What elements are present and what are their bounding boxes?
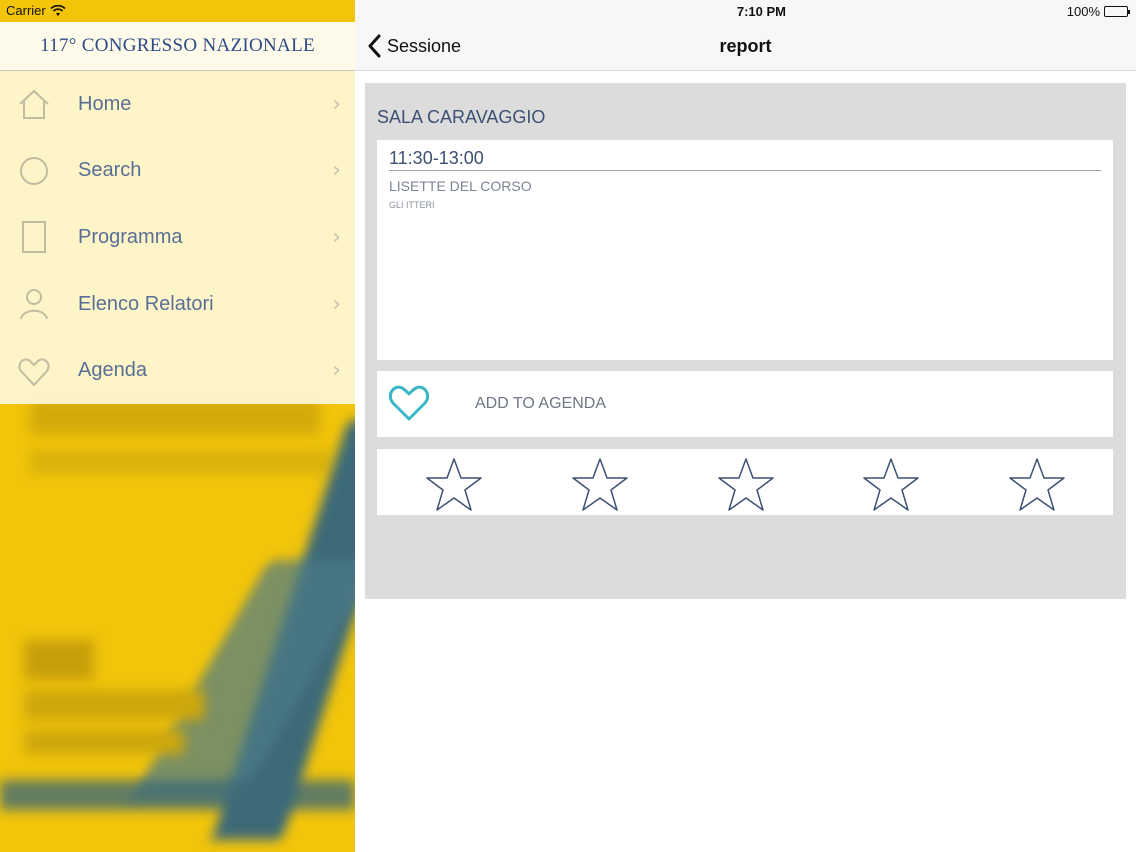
chevron-right-icon: ›: [332, 291, 341, 317]
sidebar-item-label: Programma: [78, 225, 183, 248]
status-carrier: Carrier: [6, 3, 66, 18]
add-to-agenda-button[interactable]: ADD TO AGENDA: [377, 371, 1113, 437]
sidebar-item-label: Home: [78, 92, 132, 115]
star-icon[interactable]: [1008, 456, 1066, 514]
search-icon: [20, 156, 48, 185]
congress-title: 117° CONGRESSO NAZIONALE: [40, 35, 315, 56]
session-topic: GLI ITTERI: [389, 200, 435, 210]
chevron-right-icon: ›: [332, 224, 341, 250]
star-icon[interactable]: [571, 456, 629, 514]
home-icon: [19, 89, 49, 120]
sidebar-header: 117° CONGRESSO NAZIONALE: [0, 22, 355, 71]
sidebar-item-home[interactable]: Home ›: [0, 71, 355, 138]
agenda-icon: [18, 358, 50, 387]
add-to-agenda-label: ADD TO AGENDA: [475, 395, 606, 412]
sidebar-item-agenda[interactable]: Agenda ›: [0, 337, 355, 404]
document-icon: [22, 221, 46, 254]
sidebar-item-label: Elenco Relatori: [78, 292, 214, 315]
battery-percent: 100%: [1066, 4, 1100, 19]
star-icon[interactable]: [862, 456, 920, 514]
sidebar-item-programma[interactable]: Programma ›: [0, 204, 355, 271]
rating-stars: [377, 449, 1113, 515]
status-battery: 100%: [1066, 4, 1130, 19]
sidebar-item-label: Search: [78, 159, 142, 182]
person-icon: [20, 289, 48, 320]
session-time: 11:30-13:00: [389, 148, 484, 168]
session-detail-panel: 7:10 PM 100% Sessione report SALA CARAVA…: [355, 0, 1136, 852]
battery-icon: [1104, 6, 1130, 17]
chevron-right-icon: ›: [332, 158, 341, 184]
sidebar-menu: Home › Search › Programma › Elenco Relat…: [0, 71, 355, 404]
heart-icon: [388, 385, 430, 421]
chevron-right-icon: ›: [332, 91, 341, 117]
side-menu: Carrier 117° CONGRESSO NAZIONALE Home › …: [0, 0, 355, 852]
wifi-icon: [50, 4, 66, 16]
speaker-name: LISETTE DEL CORSO: [389, 178, 532, 194]
chevron-right-icon: ›: [332, 358, 341, 384]
session-info: 11:30-13:00 LISETTE DEL CORSO GLI ITTERI: [377, 140, 1113, 360]
navigation-bar: Sessione report: [355, 22, 1136, 71]
divider: [389, 170, 1101, 171]
status-time: 7:10 PM: [736, 4, 786, 19]
star-icon[interactable]: [425, 456, 483, 514]
sidebar-item-elenco-relatori[interactable]: Elenco Relatori ›: [0, 271, 355, 338]
room-name: SALA CARAVAGGIO: [377, 107, 546, 127]
carrier-label: Carrier: [6, 3, 46, 18]
star-icon[interactable]: [717, 456, 775, 514]
page-title: report: [719, 36, 772, 56]
sidebar-item-label: Agenda: [78, 359, 147, 382]
sidebar-item-search[interactable]: Search ›: [0, 138, 355, 205]
session-card: SALA CARAVAGGIO 11:30-13:00 LISETTE DEL …: [365, 83, 1126, 599]
status-bar: 7:10 PM 100%: [355, 0, 1136, 22]
